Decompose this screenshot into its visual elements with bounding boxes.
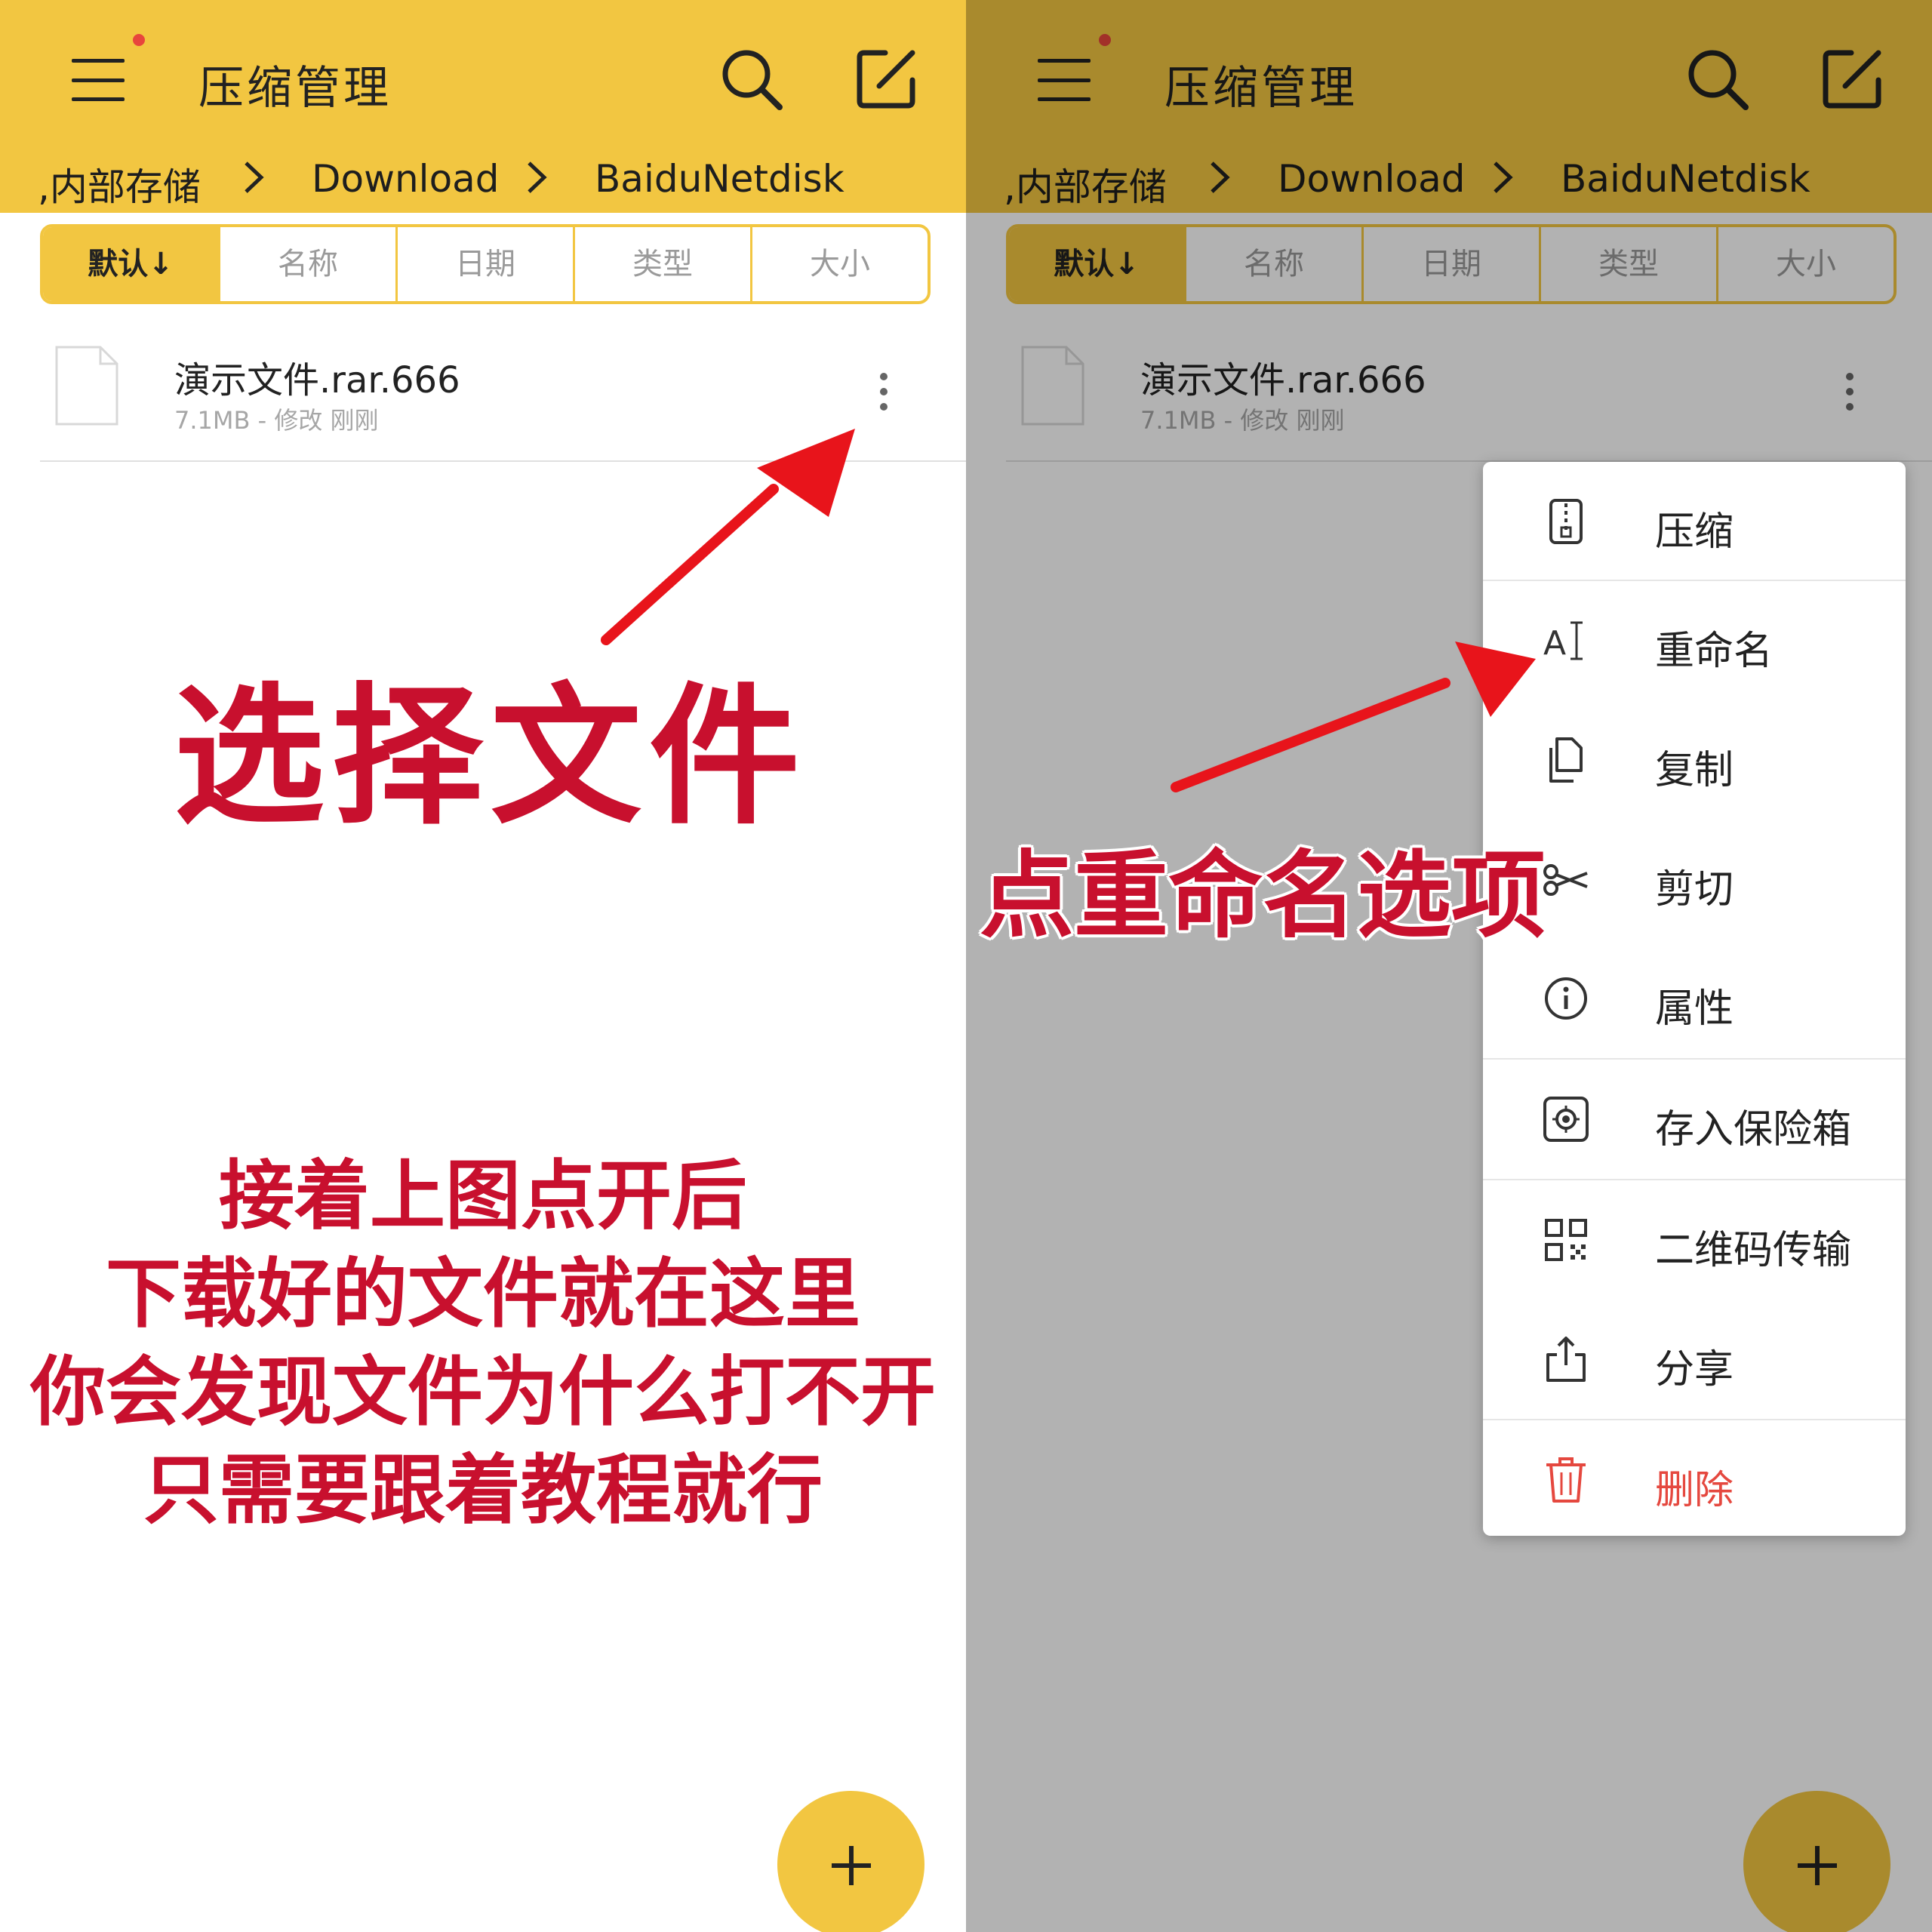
breadcrumb-download[interactable]: Download bbox=[312, 157, 500, 201]
annotation-tap-rename: 点重命名选项 bbox=[980, 841, 1546, 951]
breadcrumb-baidunetdisk[interactable]: BaiduNetdisk bbox=[595, 157, 844, 201]
context-menu: 压缩 A 重命名 复制 剪切 属性 存入保险箱 二维码传输 分享 删除 bbox=[1483, 462, 1906, 1536]
menu-item-compress[interactable]: 压缩 bbox=[1483, 462, 1906, 581]
app-bar: 压缩管理 ,内部存储 Download BaiduNetdisk bbox=[0, 0, 966, 213]
menu-item-label: 压缩 bbox=[1655, 509, 1734, 555]
rename-icon: A bbox=[1543, 621, 1583, 663]
menu-item-label: 存入保险箱 bbox=[1655, 1107, 1852, 1152]
svg-text:A: A bbox=[1543, 624, 1566, 663]
menu-item-label: 复制 bbox=[1655, 748, 1734, 793]
add-fab-button[interactable] bbox=[777, 1791, 924, 1932]
menu-item-label: 分享 bbox=[1655, 1347, 1734, 1392]
chevron-right-icon bbox=[245, 162, 264, 193]
breadcrumb-root[interactable]: ,内部存储 bbox=[38, 157, 201, 211]
app-title: 压缩管理 bbox=[198, 62, 392, 115]
safe-icon bbox=[1543, 1097, 1589, 1142]
file-meta: 7.1MB - 修改 刚刚 bbox=[174, 406, 379, 435]
file-icon bbox=[55, 346, 118, 426]
menu-item-rename[interactable]: A 重命名 bbox=[1483, 581, 1906, 700]
search-icon[interactable] bbox=[721, 48, 784, 112]
file-name: 演示文件.rar.666 bbox=[174, 359, 460, 401]
sort-tab-type[interactable]: 类型 bbox=[573, 227, 750, 301]
share-icon bbox=[1546, 1337, 1586, 1382]
qr-code-icon bbox=[1545, 1219, 1587, 1261]
annotation-select-file: 选择文件 bbox=[174, 669, 808, 845]
edit-icon[interactable] bbox=[857, 48, 917, 109]
sort-tab-name[interactable]: 名称 bbox=[218, 227, 395, 301]
annotation-line: 接着上图点开后 bbox=[219, 1152, 747, 1240]
menu-item-qr-transfer[interactable]: 二维码传输 bbox=[1483, 1180, 1906, 1300]
menu-item-safe[interactable]: 存入保险箱 bbox=[1483, 1060, 1906, 1179]
sort-tab-size[interactable]: 大小 bbox=[750, 227, 928, 301]
scissors-icon bbox=[1543, 864, 1588, 896]
menu-item-label: 属性 bbox=[1655, 986, 1734, 1032]
left-screen: 压缩管理 ,内部存储 Download BaiduNetdisk 默认↓ 名称 … bbox=[0, 0, 966, 1932]
notification-dot bbox=[133, 34, 145, 46]
menu-item-label: 二维码传输 bbox=[1655, 1228, 1852, 1273]
annotation-line: 你会发现文件为什么打不开 bbox=[30, 1348, 936, 1436]
annotation-description: 接着上图点开后 下载好的文件就在这里 你会发现文件为什么打不开 只需要跟着教程就… bbox=[30, 1147, 936, 1540]
sort-tab-date[interactable]: 日期 bbox=[395, 227, 573, 301]
annotation-line: 只需要跟着教程就行 bbox=[143, 1446, 823, 1534]
right-screen: 压缩管理 ,内部存储 Download BaiduNetdisk 默认↓ 名称 … bbox=[966, 0, 1932, 1932]
menu-item-cut[interactable]: 剪切 bbox=[1483, 820, 1906, 939]
annotation-line: 下载好的文件就在这里 bbox=[106, 1250, 860, 1338]
trash-icon bbox=[1546, 1457, 1586, 1503]
menu-item-label: 剪切 bbox=[1655, 867, 1734, 912]
menu-item-label: 删除 bbox=[1655, 1468, 1734, 1513]
sort-tab-default[interactable]: 默认↓ bbox=[43, 227, 218, 301]
menu-item-copy[interactable]: 复制 bbox=[1483, 700, 1906, 820]
menu-item-delete[interactable]: 删除 bbox=[1483, 1420, 1906, 1540]
file-row[interactable]: 演示文件.rar.666 7.1MB - 修改 刚刚 bbox=[40, 317, 966, 462]
chevron-right-icon bbox=[528, 162, 547, 193]
more-options-icon[interactable] bbox=[869, 370, 899, 415]
zip-icon bbox=[1549, 499, 1583, 544]
menu-item-label: 重命名 bbox=[1655, 629, 1774, 674]
menu-icon[interactable] bbox=[72, 59, 125, 101]
sort-bar: 默认↓ 名称 日期 类型 大小 bbox=[40, 224, 931, 304]
menu-item-share[interactable]: 分享 bbox=[1483, 1300, 1906, 1419]
copy-icon bbox=[1549, 737, 1583, 783]
info-icon bbox=[1545, 977, 1587, 1020]
menu-item-properties[interactable]: 属性 bbox=[1483, 939, 1906, 1058]
